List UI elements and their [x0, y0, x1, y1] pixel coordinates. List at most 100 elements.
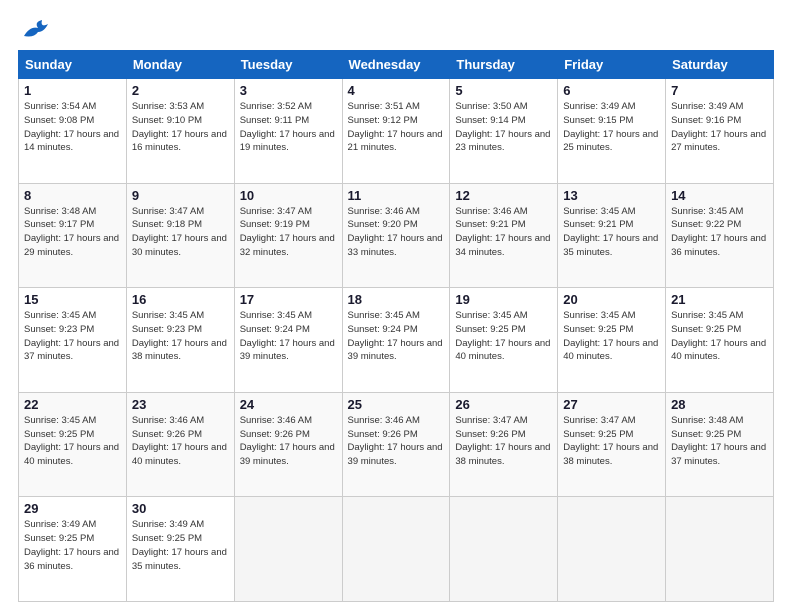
calendar-day-cell: 23 Sunrise: 3:46 AMSunset: 9:26 PMDaylig…: [126, 392, 234, 497]
day-info: Sunrise: 3:45 AMSunset: 9:23 PMDaylight:…: [24, 310, 119, 362]
day-number: 7: [671, 83, 768, 98]
calendar-day-header: Friday: [558, 51, 666, 79]
day-number: 8: [24, 188, 121, 203]
day-number: 19: [455, 292, 552, 307]
calendar-day-cell: [450, 497, 558, 602]
calendar-header-row: SundayMondayTuesdayWednesdayThursdayFrid…: [19, 51, 774, 79]
day-info: Sunrise: 3:45 AMSunset: 9:21 PMDaylight:…: [563, 206, 658, 258]
day-number: 1: [24, 83, 121, 98]
calendar-day-cell: 17 Sunrise: 3:45 AMSunset: 9:24 PMDaylig…: [234, 288, 342, 393]
day-info: Sunrise: 3:49 AMSunset: 9:16 PMDaylight:…: [671, 101, 766, 153]
logo: [18, 18, 48, 40]
calendar-day-cell: 30 Sunrise: 3:49 AMSunset: 9:25 PMDaylig…: [126, 497, 234, 602]
day-number: 24: [240, 397, 337, 412]
calendar-day-cell: [342, 497, 450, 602]
day-info: Sunrise: 3:45 AMSunset: 9:24 PMDaylight:…: [240, 310, 335, 362]
day-number: 2: [132, 83, 229, 98]
calendar-day-header: Saturday: [666, 51, 774, 79]
day-info: Sunrise: 3:45 AMSunset: 9:25 PMDaylight:…: [455, 310, 550, 362]
calendar-day-cell: 18 Sunrise: 3:45 AMSunset: 9:24 PMDaylig…: [342, 288, 450, 393]
calendar-day-cell: 27 Sunrise: 3:47 AMSunset: 9:25 PMDaylig…: [558, 392, 666, 497]
day-info: Sunrise: 3:53 AMSunset: 9:10 PMDaylight:…: [132, 101, 227, 153]
calendar-day-cell: 28 Sunrise: 3:48 AMSunset: 9:25 PMDaylig…: [666, 392, 774, 497]
calendar-day-cell: 10 Sunrise: 3:47 AMSunset: 9:19 PMDaylig…: [234, 183, 342, 288]
day-info: Sunrise: 3:46 AMSunset: 9:20 PMDaylight:…: [348, 206, 443, 258]
calendar-day-cell: 29 Sunrise: 3:49 AMSunset: 9:25 PMDaylig…: [19, 497, 127, 602]
day-info: Sunrise: 3:45 AMSunset: 9:25 PMDaylight:…: [671, 310, 766, 362]
day-info: Sunrise: 3:49 AMSunset: 9:15 PMDaylight:…: [563, 101, 658, 153]
day-number: 20: [563, 292, 660, 307]
calendar-day-cell: 25 Sunrise: 3:46 AMSunset: 9:26 PMDaylig…: [342, 392, 450, 497]
day-number: 6: [563, 83, 660, 98]
calendar-day-cell: 21 Sunrise: 3:45 AMSunset: 9:25 PMDaylig…: [666, 288, 774, 393]
day-number: 22: [24, 397, 121, 412]
calendar-day-cell: 6 Sunrise: 3:49 AMSunset: 9:15 PMDayligh…: [558, 79, 666, 184]
calendar-day-header: Wednesday: [342, 51, 450, 79]
day-number: 18: [348, 292, 445, 307]
day-info: Sunrise: 3:49 AMSunset: 9:25 PMDaylight:…: [24, 519, 119, 571]
calendar-day-cell: 11 Sunrise: 3:46 AMSunset: 9:20 PMDaylig…: [342, 183, 450, 288]
day-info: Sunrise: 3:47 AMSunset: 9:18 PMDaylight:…: [132, 206, 227, 258]
day-number: 4: [348, 83, 445, 98]
day-info: Sunrise: 3:46 AMSunset: 9:21 PMDaylight:…: [455, 206, 550, 258]
day-number: 21: [671, 292, 768, 307]
day-number: 17: [240, 292, 337, 307]
calendar-day-cell: 19 Sunrise: 3:45 AMSunset: 9:25 PMDaylig…: [450, 288, 558, 393]
logo-bird-icon: [20, 18, 48, 40]
day-number: 9: [132, 188, 229, 203]
calendar-day-cell: 12 Sunrise: 3:46 AMSunset: 9:21 PMDaylig…: [450, 183, 558, 288]
calendar-day-cell: 2 Sunrise: 3:53 AMSunset: 9:10 PMDayligh…: [126, 79, 234, 184]
calendar-day-cell: 24 Sunrise: 3:46 AMSunset: 9:26 PMDaylig…: [234, 392, 342, 497]
day-number: 27: [563, 397, 660, 412]
day-info: Sunrise: 3:52 AMSunset: 9:11 PMDaylight:…: [240, 101, 335, 153]
calendar-day-cell: 13 Sunrise: 3:45 AMSunset: 9:21 PMDaylig…: [558, 183, 666, 288]
day-info: Sunrise: 3:50 AMSunset: 9:14 PMDaylight:…: [455, 101, 550, 153]
day-number: 5: [455, 83, 552, 98]
calendar-week-row: 8 Sunrise: 3:48 AMSunset: 9:17 PMDayligh…: [19, 183, 774, 288]
day-number: 26: [455, 397, 552, 412]
day-info: Sunrise: 3:46 AMSunset: 9:26 PMDaylight:…: [240, 415, 335, 467]
calendar-day-cell: 5 Sunrise: 3:50 AMSunset: 9:14 PMDayligh…: [450, 79, 558, 184]
day-info: Sunrise: 3:46 AMSunset: 9:26 PMDaylight:…: [348, 415, 443, 467]
day-info: Sunrise: 3:46 AMSunset: 9:26 PMDaylight:…: [132, 415, 227, 467]
calendar-day-cell: 8 Sunrise: 3:48 AMSunset: 9:17 PMDayligh…: [19, 183, 127, 288]
day-number: 3: [240, 83, 337, 98]
day-info: Sunrise: 3:51 AMSunset: 9:12 PMDaylight:…: [348, 101, 443, 153]
day-info: Sunrise: 3:45 AMSunset: 9:25 PMDaylight:…: [563, 310, 658, 362]
calendar-week-row: 1 Sunrise: 3:54 AMSunset: 9:08 PMDayligh…: [19, 79, 774, 184]
calendar-day-cell: 16 Sunrise: 3:45 AMSunset: 9:23 PMDaylig…: [126, 288, 234, 393]
calendar-day-cell: [234, 497, 342, 602]
calendar-day-header: Tuesday: [234, 51, 342, 79]
calendar-day-header: Sunday: [19, 51, 127, 79]
calendar-day-header: Monday: [126, 51, 234, 79]
calendar-week-row: 29 Sunrise: 3:49 AMSunset: 9:25 PMDaylig…: [19, 497, 774, 602]
day-number: 29: [24, 501, 121, 516]
calendar-week-row: 22 Sunrise: 3:45 AMSunset: 9:25 PMDaylig…: [19, 392, 774, 497]
page: SundayMondayTuesdayWednesdayThursdayFrid…: [0, 0, 792, 612]
calendar-day-cell: 15 Sunrise: 3:45 AMSunset: 9:23 PMDaylig…: [19, 288, 127, 393]
calendar-day-cell: 20 Sunrise: 3:45 AMSunset: 9:25 PMDaylig…: [558, 288, 666, 393]
calendar-day-cell: 26 Sunrise: 3:47 AMSunset: 9:26 PMDaylig…: [450, 392, 558, 497]
calendar-day-cell: 9 Sunrise: 3:47 AMSunset: 9:18 PMDayligh…: [126, 183, 234, 288]
day-number: 11: [348, 188, 445, 203]
calendar-table: SundayMondayTuesdayWednesdayThursdayFrid…: [18, 50, 774, 602]
calendar-day-cell: 4 Sunrise: 3:51 AMSunset: 9:12 PMDayligh…: [342, 79, 450, 184]
day-info: Sunrise: 3:47 AMSunset: 9:26 PMDaylight:…: [455, 415, 550, 467]
day-info: Sunrise: 3:54 AMSunset: 9:08 PMDaylight:…: [24, 101, 119, 153]
day-number: 10: [240, 188, 337, 203]
calendar-day-cell: 1 Sunrise: 3:54 AMSunset: 9:08 PMDayligh…: [19, 79, 127, 184]
day-info: Sunrise: 3:47 AMSunset: 9:19 PMDaylight:…: [240, 206, 335, 258]
day-number: 30: [132, 501, 229, 516]
day-info: Sunrise: 3:48 AMSunset: 9:17 PMDaylight:…: [24, 206, 119, 258]
header: [18, 18, 774, 40]
calendar-day-cell: [666, 497, 774, 602]
day-info: Sunrise: 3:48 AMSunset: 9:25 PMDaylight:…: [671, 415, 766, 467]
calendar-day-cell: 22 Sunrise: 3:45 AMSunset: 9:25 PMDaylig…: [19, 392, 127, 497]
day-info: Sunrise: 3:45 AMSunset: 9:22 PMDaylight:…: [671, 206, 766, 258]
day-info: Sunrise: 3:45 AMSunset: 9:23 PMDaylight:…: [132, 310, 227, 362]
calendar-week-row: 15 Sunrise: 3:45 AMSunset: 9:23 PMDaylig…: [19, 288, 774, 393]
day-number: 28: [671, 397, 768, 412]
day-number: 15: [24, 292, 121, 307]
day-number: 14: [671, 188, 768, 203]
calendar-day-cell: [558, 497, 666, 602]
